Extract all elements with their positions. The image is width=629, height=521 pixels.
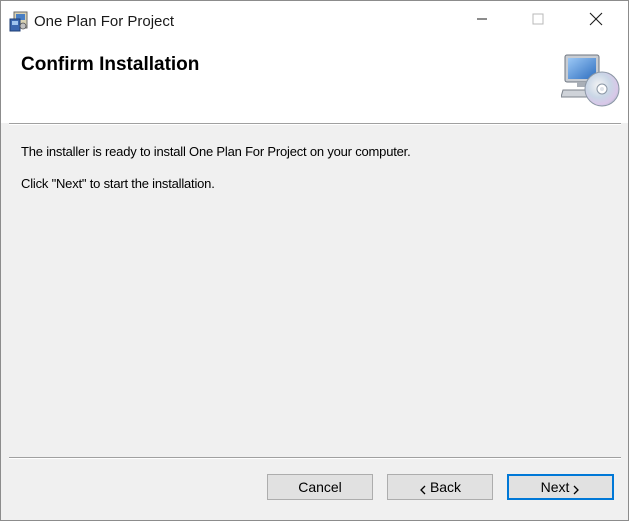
close-icon bbox=[589, 12, 603, 31]
instruction-message: Click "Next" to start the installation. bbox=[21, 176, 215, 191]
minimize-button[interactable] bbox=[459, 1, 505, 41]
chevron-left-icon bbox=[419, 482, 427, 495]
window-title: One Plan For Project bbox=[34, 13, 175, 30]
cancel-button[interactable]: Cancel bbox=[267, 474, 373, 500]
back-button-label: Back bbox=[429, 479, 462, 495]
computer-cd-icon bbox=[560, 53, 621, 109]
next-button[interactable]: Next bbox=[507, 474, 614, 500]
minimize-icon bbox=[476, 12, 488, 30]
installer-icon bbox=[9, 11, 29, 33]
title-bar[interactable]: One Plan For Project bbox=[1, 1, 628, 41]
maximize-button[interactable] bbox=[515, 1, 561, 41]
cancel-button-label: Cancel bbox=[298, 479, 342, 495]
wizard-header: Confirm Installation bbox=[1, 41, 628, 123]
back-button[interactable]: Back bbox=[387, 474, 493, 500]
footer-divider bbox=[9, 457, 621, 459]
installer-window: One Plan For Project Confirm Installatio… bbox=[0, 0, 629, 521]
page-title: Confirm Installation bbox=[21, 54, 200, 75]
maximize-icon bbox=[532, 12, 544, 30]
close-button[interactable] bbox=[573, 1, 619, 41]
next-button-label: Next bbox=[540, 479, 570, 495]
ready-message: The installer is ready to install One Pl… bbox=[21, 144, 411, 159]
header-divider bbox=[9, 123, 621, 125]
chevron-right-icon bbox=[572, 482, 580, 495]
